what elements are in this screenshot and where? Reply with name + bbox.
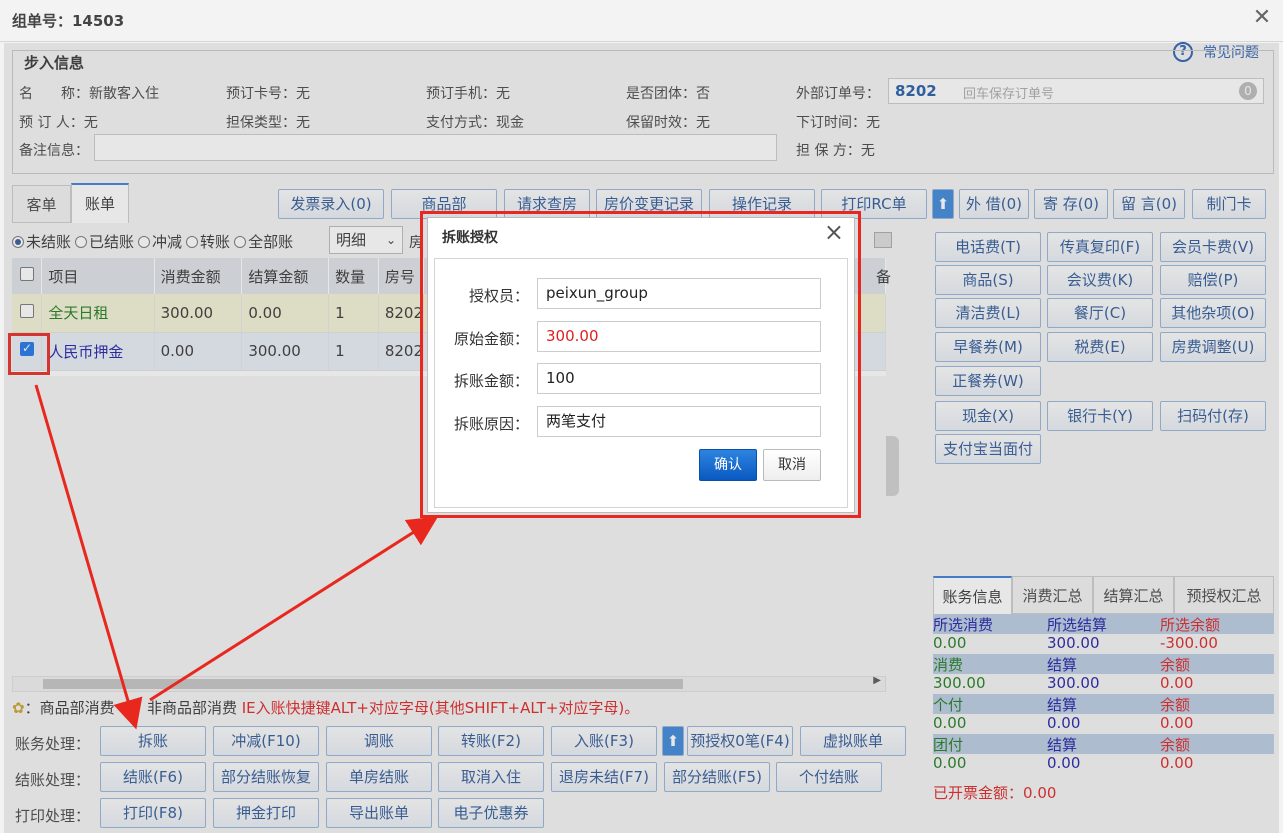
arrow-to-split-button — [34, 384, 143, 730]
annotation-arrows — [34, 384, 439, 730]
arrow-to-dialog — [149, 516, 439, 702]
